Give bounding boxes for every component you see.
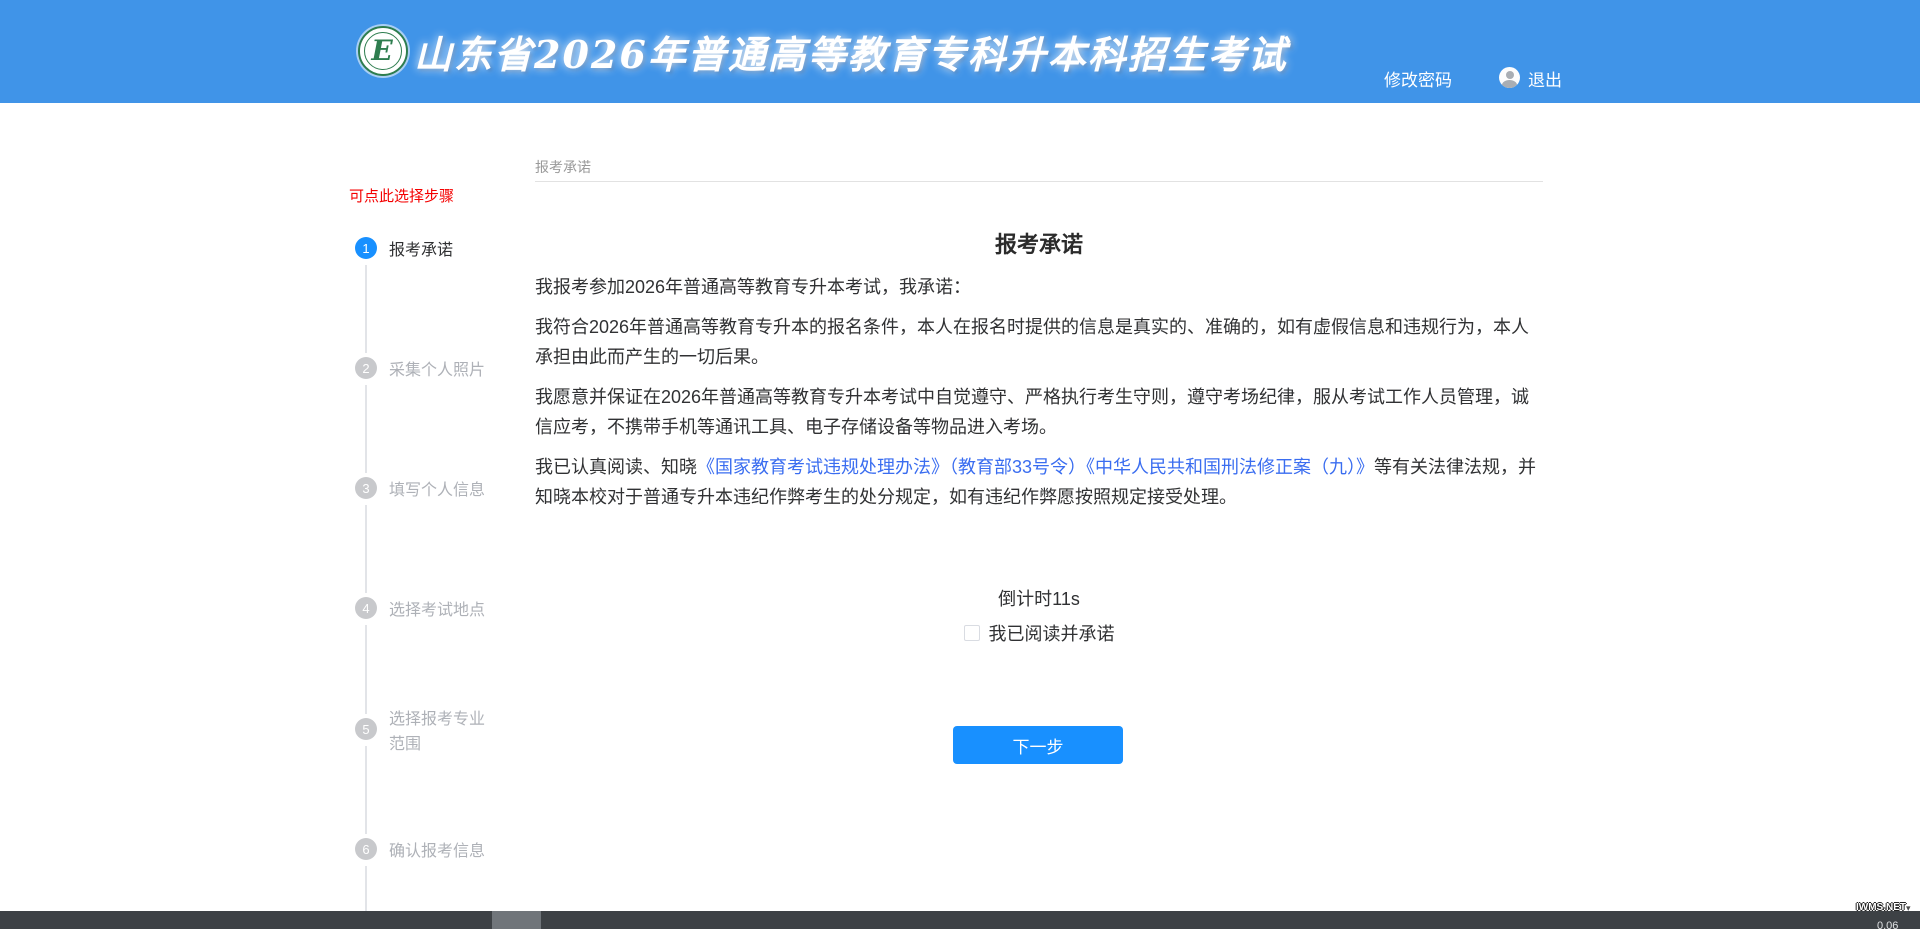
avatar-head-shape bbox=[1506, 71, 1514, 79]
step-connector-line bbox=[365, 866, 367, 911]
step-label: 选择考试地点 bbox=[389, 598, 493, 623]
app-header: E 山东省2026年普通高等教育专科升本科招生考试 修改密码 退出 bbox=[0, 0, 1920, 103]
page: E 山东省2026年普通高等教育专科升本科招生考试 修改密码 退出 可点此选择步… bbox=[0, 0, 1920, 929]
step-connector-line bbox=[365, 265, 367, 353]
watermark-number: 0.06 bbox=[1877, 920, 1898, 929]
avatar-body-shape bbox=[1502, 80, 1517, 88]
step-number-badge: 1 bbox=[355, 237, 377, 259]
user-avatar-icon bbox=[1499, 67, 1520, 88]
next-step-button[interactable]: 下一步 bbox=[953, 726, 1123, 764]
regulation-link-national-exam[interactable]: 《国家教育考试违规处理办法》 bbox=[697, 457, 949, 477]
step-connector-line bbox=[365, 746, 367, 834]
regulation-link-criminal-law[interactable]: 《中华人民共和国刑法修正案（九）》 bbox=[1086, 457, 1374, 477]
step-label: 填写个人信息 bbox=[389, 478, 493, 503]
step-label: 报考承诺 bbox=[389, 238, 493, 263]
step-label: 确认报考信息 bbox=[389, 839, 493, 864]
commitment-paragraph: 我愿意并保证在2026年普通高等教育专升本考试中自觉遵守、严格执行考生守则，遵守… bbox=[535, 382, 1543, 442]
agree-checkbox-label[interactable]: 我已阅读并承诺 bbox=[989, 620, 1115, 646]
commitment-text-block: 我报考参加2026年普通高等教育专升本考试，我承诺： 我符合2026年普通高等教… bbox=[535, 272, 1543, 522]
step-connector-line bbox=[365, 505, 367, 593]
step-number-badge: 5 bbox=[355, 718, 377, 740]
logo-icon: E bbox=[358, 26, 408, 76]
horizontal-scrollbar[interactable] bbox=[0, 911, 1920, 929]
step-label: 选择报考专业范围 bbox=[389, 707, 493, 757]
commitment-paragraph-legal: 我已认真阅读、知晓《国家教育考试违规处理办法》（教育部33号令）《中华人民共和国… bbox=[535, 452, 1543, 512]
app-title: 山东省2026年普通高等教育专科升本科招生考试 bbox=[414, 24, 1274, 79]
regulation-link-decree-33[interactable]: （教育部33号令） bbox=[949, 457, 1086, 477]
horizontal-scrollbar-thumb[interactable] bbox=[492, 911, 541, 929]
step-label: 采集个人照片 bbox=[389, 358, 493, 383]
step-number-badge: 3 bbox=[355, 477, 377, 499]
step-number-badge: 2 bbox=[355, 357, 377, 379]
step-connector-line bbox=[365, 625, 367, 714]
agree-row: 我已阅读并承诺 bbox=[535, 620, 1543, 646]
logo-letter: E bbox=[371, 37, 392, 65]
countdown-text: 倒计时11s bbox=[535, 585, 1543, 611]
breadcrumb: 报考承诺 bbox=[535, 157, 591, 177]
logout-link[interactable]: 退出 bbox=[1528, 66, 1562, 91]
legal-prefix-text: 我已认真阅读、知晓 bbox=[535, 457, 697, 477]
step-number-badge: 4 bbox=[355, 597, 377, 619]
page-title: 报考承诺 bbox=[535, 227, 1543, 259]
agree-checkbox[interactable] bbox=[964, 625, 980, 641]
commitment-paragraph: 我符合2026年普通高等教育专升本的报名条件，本人在报名时提供的信息是真实的、准… bbox=[535, 312, 1543, 372]
commitment-paragraph: 我报考参加2026年普通高等教育专升本考试，我承诺： bbox=[535, 272, 1543, 302]
step-number-badge: 6 bbox=[355, 838, 377, 860]
header-divider bbox=[535, 181, 1543, 182]
steps-hint: 可点此选择步骤 bbox=[349, 185, 454, 206]
step-connector-line bbox=[365, 385, 367, 473]
change-password-link[interactable]: 修改密码 bbox=[1384, 66, 1452, 91]
